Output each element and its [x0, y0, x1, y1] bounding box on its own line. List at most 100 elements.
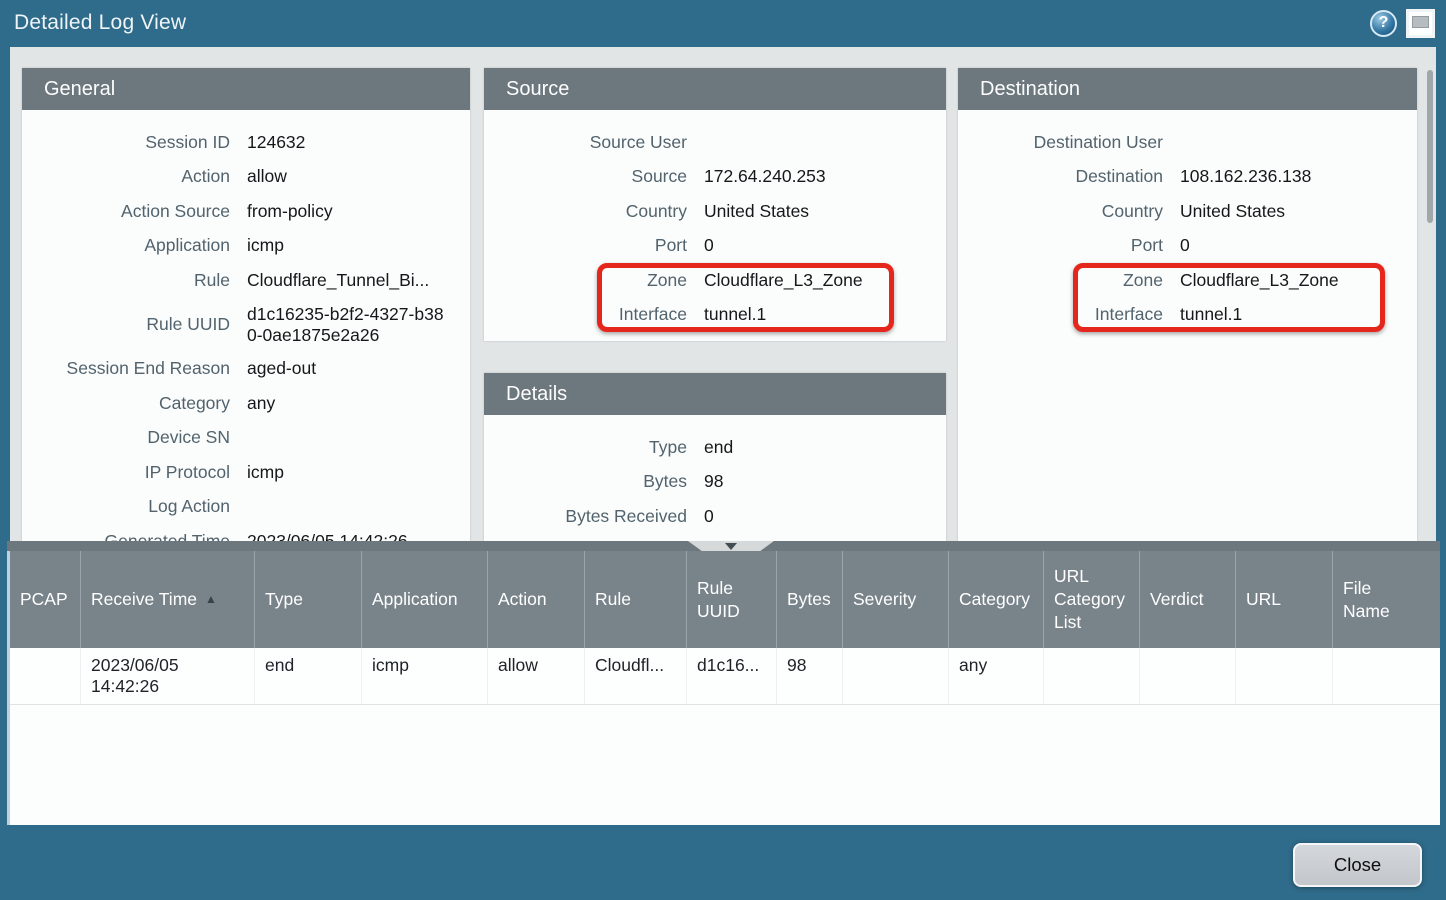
cell-url [1236, 648, 1333, 704]
cell-type: end [255, 648, 362, 704]
table-row[interactable]: 2023/06/05 14:42:26 end icmp allow Cloud… [10, 648, 1440, 705]
cell-verdict [1140, 648, 1236, 704]
field-label: Interface [484, 304, 687, 325]
panel-general-title: General [22, 68, 470, 110]
field-value: 124632 [247, 132, 305, 153]
field-label: Source User [484, 132, 687, 153]
field-value: allow [247, 166, 287, 187]
field-row-destination-country: CountryUnited States [958, 194, 1417, 229]
log-table-header: PCAP Receive Time▲ Type Application Acti… [10, 551, 1440, 648]
field-value: Cloudflare_Tunnel_Bi... [247, 270, 429, 291]
field-row-rule-uuid: Rule UUIDd1c16235-b2f2-4327-b380-0ae1875… [22, 298, 470, 352]
field-row-device-sn: Device SN [22, 421, 470, 456]
field-value: 108.162.236.138 [1180, 166, 1311, 187]
field-row-destination-interface: Interface tunnel.1 [958, 298, 1417, 333]
cell-category: any [949, 648, 1044, 704]
panel-details-body: Typeend Bytes98 Bytes Received0 [484, 415, 946, 534]
field-label: Action Source [22, 201, 230, 222]
field-row-rule: RuleCloudflare_Tunnel_Bi... [22, 263, 470, 298]
dialog-title: Detailed Log View [14, 11, 186, 35]
field-value: 172.64.240.253 [704, 166, 826, 187]
panel-destination-body: Destination User Destination 108.162.236.… [958, 110, 1417, 332]
field-label: IP Protocol [22, 462, 230, 483]
panel-destination: Destination Destination User Destination… [958, 68, 1417, 541]
field-row-action: Actionallow [22, 160, 470, 195]
column-header-url-category-list[interactable]: URL Category List [1044, 551, 1140, 648]
field-row-destination-port: Port 0 [958, 229, 1417, 264]
detailed-log-view-dialog: { "title_bar": { "title": "Detailed Log … [0, 0, 1446, 900]
field-label: Interface [958, 304, 1163, 325]
field-label: Generated Time [22, 531, 230, 541]
collapse-down-icon [725, 543, 737, 550]
field-value: Cloudflare_L3_Zone [1180, 270, 1339, 291]
field-label: Port [958, 235, 1163, 256]
column-header-type[interactable]: Type [255, 551, 362, 648]
column-header-rule[interactable]: Rule [585, 551, 687, 648]
field-row-source-port: Port 0 [484, 229, 946, 264]
field-row-bytes-received: Bytes Received 0 [484, 499, 946, 534]
field-row-source-country: Country United States [484, 194, 946, 229]
field-label: Bytes Received [484, 506, 687, 527]
field-label: Category [22, 393, 230, 414]
field-row-category: Categoryany [22, 386, 470, 421]
sort-ascending-icon: ▲ [205, 592, 217, 608]
field-value: aged-out [247, 358, 316, 379]
field-row-source: Source172.64.240.253 [484, 160, 946, 195]
field-label: Country [484, 201, 687, 222]
cell-application: icmp [362, 648, 488, 704]
column-header-verdict[interactable]: Verdict [1140, 551, 1236, 648]
log-table: PCAP Receive Time▲ Type Application Acti… [7, 551, 1440, 825]
cell-bytes: 98 [777, 648, 843, 704]
field-value: 0 [1180, 235, 1190, 256]
column-header-bytes[interactable]: Bytes [777, 551, 843, 648]
field-row-source-user: Source User [484, 125, 946, 160]
close-button[interactable]: Close [1293, 843, 1422, 887]
field-row-log-action: Log Action [22, 490, 470, 525]
field-row-application: Applicationicmp [22, 229, 470, 264]
column-header-category[interactable]: Category [949, 551, 1044, 648]
cell-url-category-list [1044, 648, 1140, 704]
splitter-collapse-handle[interactable] [688, 541, 774, 551]
field-label: Destination [958, 166, 1163, 187]
field-row-type: Typeend [484, 430, 946, 465]
vertical-scrollbar-thumb[interactable] [1427, 70, 1433, 223]
panel-details: Details Typeend Bytes98 Bytes Received0 [484, 373, 946, 541]
field-label: Device SN [22, 427, 230, 448]
field-row-ip-protocol: IP Protocolicmp [22, 455, 470, 490]
column-header-application[interactable]: Application [362, 551, 488, 648]
field-row-generated-time: Generated Time 2023/06/05 14:42:26 [22, 524, 470, 541]
field-value: Cloudflare_L3_Zone [704, 270, 863, 291]
splitter-bar [7, 541, 1440, 551]
field-value: tunnel.1 [1180, 304, 1242, 325]
column-header-rule-uuid[interactable]: Rule UUID [687, 551, 777, 648]
cell-severity [843, 648, 949, 704]
column-header-severity[interactable]: Severity [843, 551, 949, 648]
field-value: tunnel.1 [704, 304, 766, 325]
column-header-action[interactable]: Action [488, 551, 585, 648]
field-row-source-interface: Interface tunnel.1 [484, 298, 946, 333]
cell-rule: Cloudfl... [585, 648, 687, 704]
field-row-session-end-reason: Session End Reason aged-out [22, 352, 470, 387]
field-label: Log Action [22, 496, 230, 517]
field-value: United States [1180, 201, 1285, 222]
field-label: Destination User [958, 132, 1163, 153]
column-header-pcap[interactable]: PCAP [10, 551, 81, 648]
help-icon[interactable]: ? [1370, 10, 1397, 37]
field-label: Port [484, 235, 687, 256]
field-label: Session End Reason [22, 358, 230, 379]
panel-source: Source Source User Source172.64.240.253 … [484, 68, 946, 341]
panel-general: General Session ID124632 Actionallow Act… [22, 68, 470, 541]
field-value: 0 [704, 235, 714, 256]
column-header-url[interactable]: URL [1236, 551, 1333, 648]
field-value: 0 [704, 506, 714, 527]
panel-source-body: Source User Source172.64.240.253 Country… [484, 110, 946, 332]
field-value: icmp [247, 235, 284, 256]
column-header-receive-time[interactable]: Receive Time▲ [81, 551, 255, 648]
cell-action: allow [488, 648, 585, 704]
field-label: Bytes [484, 471, 687, 492]
cell-pcap [10, 648, 81, 704]
field-value: United States [704, 201, 809, 222]
field-value: 2023/06/05 14:42:26 [247, 531, 408, 541]
window-restore-icon[interactable] [1406, 9, 1435, 38]
column-header-file-name[interactable]: File Name [1333, 551, 1440, 648]
